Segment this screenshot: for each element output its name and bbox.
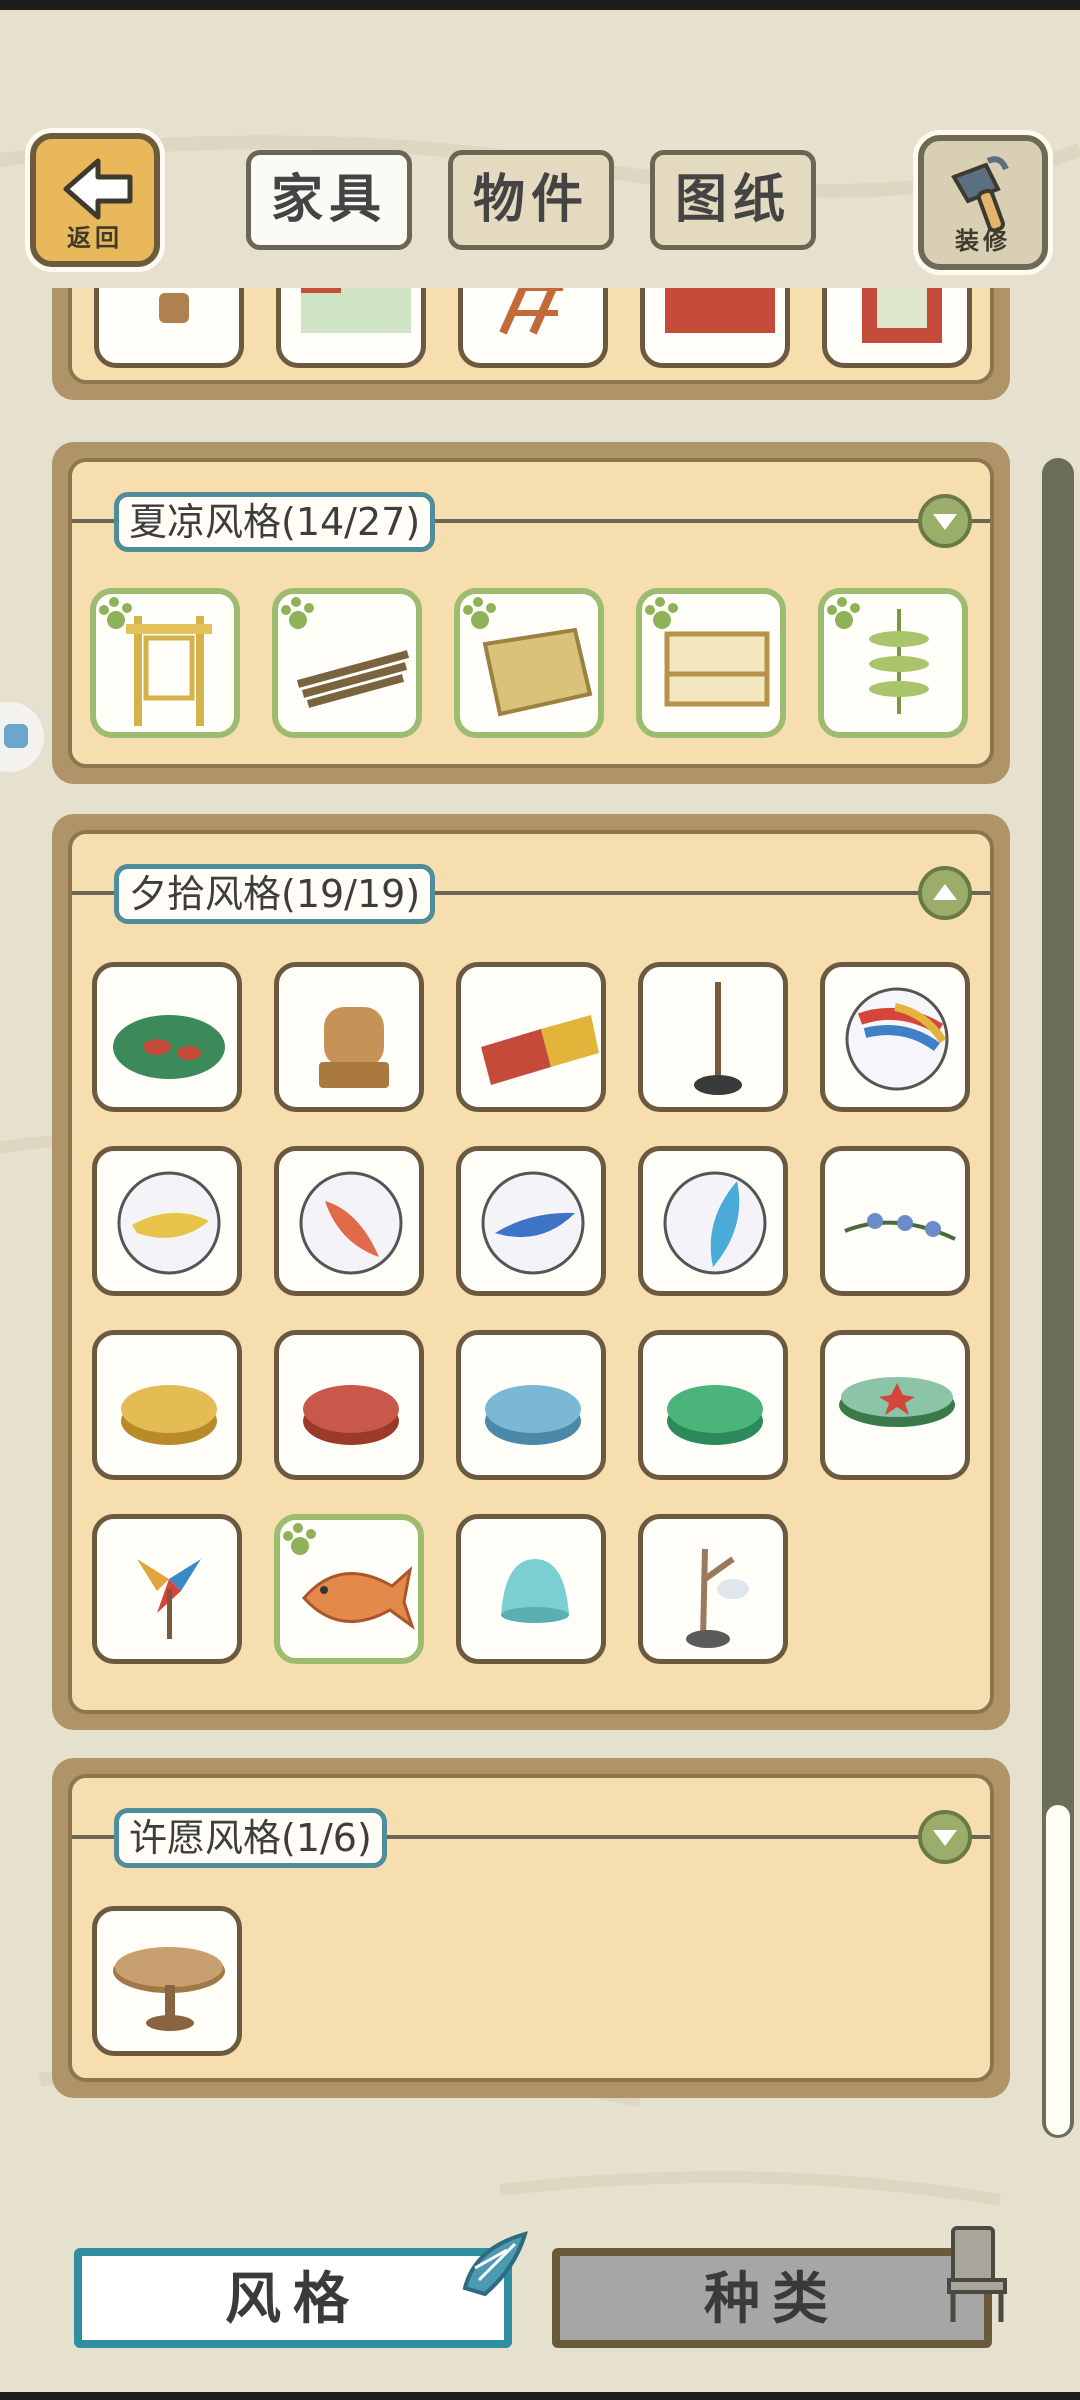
shell-icon xyxy=(462,2231,528,2297)
item-blue-checker[interactable] xyxy=(456,1330,606,1480)
item-cyan-marble[interactable] xyxy=(638,1146,788,1296)
item-ladder[interactable] xyxy=(458,288,608,368)
new-paw-icon xyxy=(283,1523,316,1555)
expand-toggle-summer[interactable] xyxy=(918,494,972,548)
section-panel-wish: 许愿风格(1/6) xyxy=(52,1758,1010,2098)
item-starfish-table[interactable] xyxy=(820,1330,970,1480)
chevron-up-icon xyxy=(933,884,957,900)
chevron-down-icon xyxy=(933,514,957,530)
nav-bar-strip xyxy=(0,2392,1080,2400)
item-bamboo-gate[interactable] xyxy=(90,588,240,738)
item-tricolor-marble[interactable] xyxy=(820,962,970,1112)
item-red-cabinet[interactable] xyxy=(640,288,790,368)
tab-blueprints[interactable]: 图纸 xyxy=(650,150,816,250)
item-blue-marble[interactable] xyxy=(456,1146,606,1296)
tab-objects[interactable]: 物件 xyxy=(448,150,614,250)
new-paw-icon xyxy=(645,597,678,629)
back-button[interactable]: 返回 xyxy=(30,133,160,267)
bottom-tab-style[interactable]: 风格 xyxy=(74,2248,512,2348)
item-fence-tub[interactable] xyxy=(94,288,244,368)
item-yellow-marble[interactable] xyxy=(92,1146,242,1296)
item-red-window[interactable] xyxy=(822,288,972,368)
expand-toggle-wish[interactable] xyxy=(918,1810,972,1864)
bottom-tab-kind[interactable]: 种类 xyxy=(552,2248,992,2348)
item-red-checker[interactable] xyxy=(274,1330,424,1480)
section-panel-nostalgia: 夕拾风格(19/19) xyxy=(52,814,1010,1730)
item-bamboo-mat[interactable] xyxy=(454,588,604,738)
chair-icon xyxy=(947,2226,1007,2322)
item-stick-stand[interactable] xyxy=(638,962,788,1112)
section-title-wish[interactable]: 许愿风格(1/6) xyxy=(114,1808,387,1868)
drawer-icon xyxy=(4,724,28,748)
new-paw-icon xyxy=(99,597,132,629)
decorate-label: 装修 xyxy=(955,227,1011,255)
item-yellow-checker[interactable] xyxy=(92,1330,242,1480)
back-label: 返回 xyxy=(67,224,123,252)
item-fish-cake[interactable] xyxy=(274,1514,424,1664)
item-red-marble[interactable] xyxy=(274,1146,424,1296)
item-wooden-frog-statue[interactable] xyxy=(274,962,424,1112)
chevron-down-icon xyxy=(933,1830,957,1846)
section-panel-summer: 夏凉风格(14/27) xyxy=(52,442,1010,784)
item-red-yellow-rug[interactable] xyxy=(456,962,606,1112)
item-wooden-round-table[interactable] xyxy=(92,1906,242,2056)
new-paw-icon xyxy=(827,597,860,629)
collapse-toggle-nostalgia[interactable] xyxy=(918,866,972,920)
item-bamboo-bed[interactable] xyxy=(636,588,786,738)
item-green-checker[interactable] xyxy=(638,1330,788,1480)
item-frog-stone[interactable] xyxy=(92,962,242,1112)
decorate-button[interactable]: 装修 xyxy=(918,135,1048,270)
new-paw-icon xyxy=(281,597,314,629)
item-pinwheel[interactable] xyxy=(92,1514,242,1664)
item-jelly[interactable] xyxy=(456,1514,606,1664)
section-title-summer[interactable]: 夏凉风格(14/27) xyxy=(114,492,436,552)
item-flower-sprig[interactable] xyxy=(820,1146,970,1296)
furniture-list[interactable]: 夏凉风格(14/27) 夕拾风格(19/19) 许愿风格(1/6) xyxy=(0,288,1080,2140)
tab-furniture[interactable]: 家具 xyxy=(246,150,412,250)
item-bamboo-raft[interactable] xyxy=(272,588,422,738)
item-garden-wall[interactable] xyxy=(276,288,426,368)
section-title-nostalgia[interactable]: 夕拾风格(19/19) xyxy=(114,864,436,924)
item-leaf-chime[interactable] xyxy=(818,588,968,738)
scrollbar-thumb[interactable] xyxy=(1046,1805,1070,2135)
new-paw-icon xyxy=(463,597,496,629)
status-bar-strip xyxy=(0,0,1080,10)
back-arrow-icon xyxy=(63,158,133,220)
item-shell-branch[interactable] xyxy=(638,1514,788,1664)
section-panel-previous xyxy=(52,288,1010,400)
